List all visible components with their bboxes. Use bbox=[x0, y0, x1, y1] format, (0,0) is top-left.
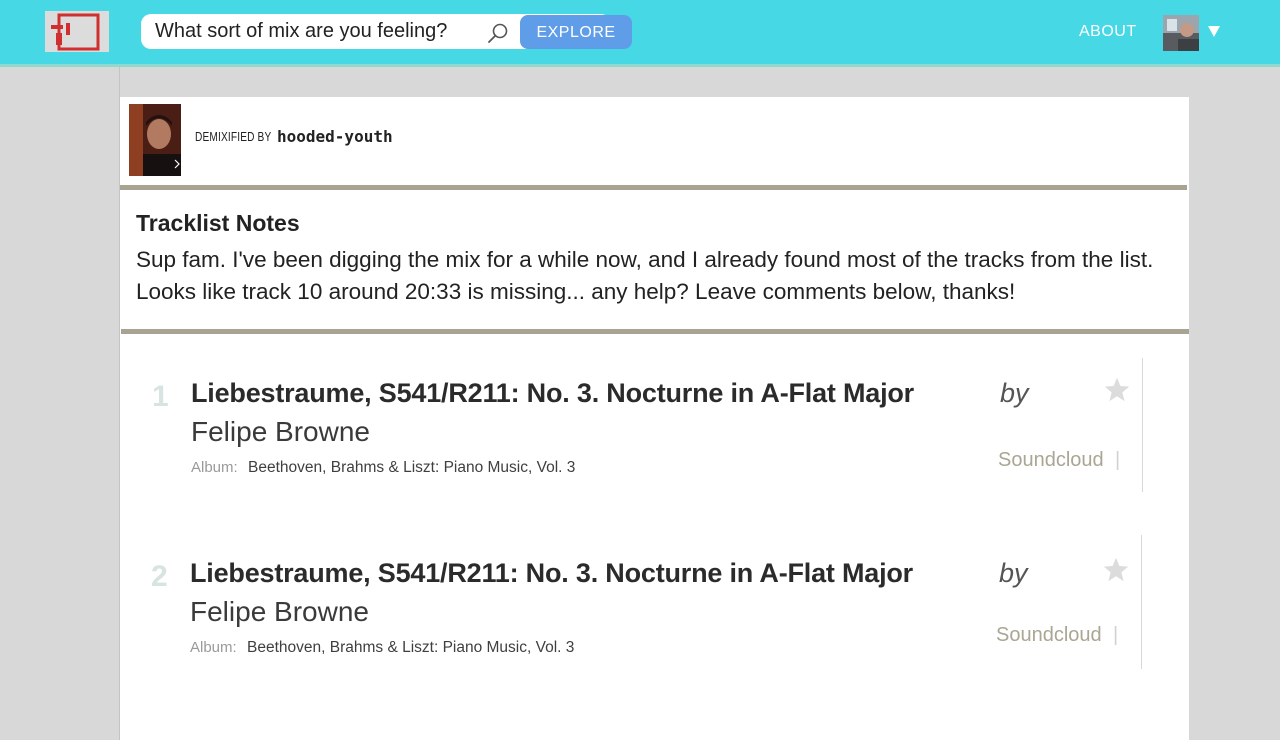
track-artist-link[interactable]: Felipe Browne bbox=[190, 596, 369, 628]
tracklist-notes-heading: Tracklist Notes bbox=[136, 210, 300, 236]
logo-icon bbox=[51, 13, 100, 51]
about-link[interactable]: ABOUT bbox=[1079, 22, 1137, 42]
track-artist-link[interactable]: Felipe Browne bbox=[191, 416, 370, 448]
source-separator: | bbox=[1113, 624, 1119, 646]
source-separator: | bbox=[1115, 449, 1121, 471]
track-by-label: by bbox=[1000, 378, 1029, 408]
user-menu-chevron-down-icon[interactable] bbox=[1208, 26, 1220, 37]
explore-button[interactable]: EXPLORE bbox=[520, 15, 632, 49]
album-name: Beethoven, Brahms & Liszt: Piano Music, … bbox=[247, 639, 575, 656]
site-logo[interactable] bbox=[45, 11, 109, 52]
divider-notes bbox=[121, 329, 1189, 334]
track-number: 1 bbox=[152, 380, 169, 413]
user-avatar[interactable] bbox=[1163, 15, 1199, 51]
track-title-link[interactable]: Liebestraume, S541/R211: No. 3. Nocturne… bbox=[191, 378, 914, 409]
track-action-divider bbox=[1142, 358, 1143, 492]
tracklist-notes-text: Sup fam. I've been digging the mix for a… bbox=[136, 247, 1154, 304]
search-input[interactable] bbox=[155, 14, 485, 49]
mix-detail-card: DEMIXIFIED BY hooded-youth Tracklist Not… bbox=[120, 97, 1189, 740]
track-item: 2 Liebestraume, S541/R211: No. 3. Noctur… bbox=[120, 535, 1189, 678]
album-label: Album: bbox=[191, 459, 238, 476]
divider-top bbox=[120, 185, 1187, 190]
track-action-divider bbox=[1141, 535, 1142, 669]
search-icon[interactable] bbox=[487, 22, 509, 44]
author-photo-icon bbox=[129, 104, 181, 176]
author-row: DEMIXIFIED BY hooded-youth bbox=[120, 97, 1189, 185]
favorite-star-icon[interactable] bbox=[1103, 376, 1131, 404]
track-item: 1 Liebestraume, S541/R211: No. 3. Noctur… bbox=[120, 358, 1189, 498]
track-number: 2 bbox=[151, 560, 168, 593]
track-by-label: by bbox=[999, 558, 1028, 588]
soundcloud-link[interactable]: Soundcloud bbox=[996, 624, 1102, 647]
album-label: Album: bbox=[190, 639, 237, 656]
author-username-link[interactable]: hooded-youth bbox=[277, 127, 393, 146]
track-title-link[interactable]: Liebestraume, S541/R211: No. 3. Nocturne… bbox=[190, 558, 913, 589]
user-photo-icon bbox=[1163, 15, 1199, 51]
soundcloud-link[interactable]: Soundcloud bbox=[998, 449, 1104, 472]
author-avatar[interactable] bbox=[129, 104, 181, 176]
favorite-star-icon[interactable] bbox=[1102, 556, 1130, 584]
album-name: Beethoven, Brahms & Liszt: Piano Music, … bbox=[248, 459, 576, 476]
top-navigation-bar: EXPLORE ABOUT bbox=[0, 0, 1280, 67]
demixified-by-label: DEMIXIFIED BY bbox=[195, 129, 272, 144]
